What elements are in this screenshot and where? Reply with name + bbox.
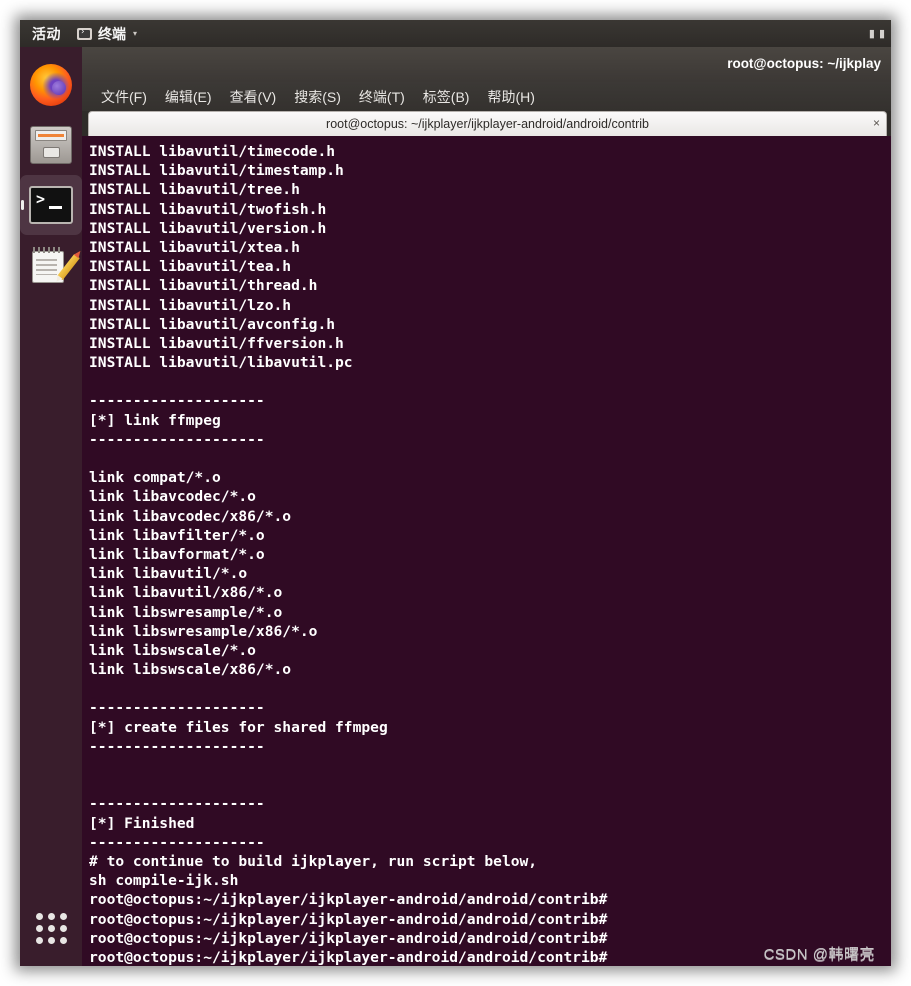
show-applications-button[interactable] (20, 898, 82, 958)
app-menu-button[interactable]: 终端 ▾ (71, 24, 143, 44)
terminal-line: INSTALL libavutil/avconfig.h (89, 315, 336, 333)
terminal-line: [*] link ffmpeg (89, 411, 221, 429)
terminal-tab[interactable]: root@octopus: ~/ijkplayer/ijkplayer-andr… (88, 111, 887, 136)
terminal-line: link libavformat/*.o (89, 545, 265, 563)
activities-button[interactable]: 活动 (20, 24, 71, 44)
terminal-line: -------------------- (89, 392, 265, 410)
terminal-line: INSTALL libavutil/version.h (89, 219, 327, 237)
text-editor-icon (32, 247, 80, 283)
terminal-tab-label: root@octopus: ~/ijkplayer/ijkplayer-andr… (326, 117, 649, 131)
menu-item-tabs[interactable]: 标签(B) (416, 85, 477, 109)
terminal-window: root@octopus: ~/ijkplay 文件(F) 编辑(E) 查看(V… (82, 47, 891, 966)
terminal-line: INSTALL libavutil/tea.h (89, 258, 292, 276)
terminal-line: INSTALL libavutil/twofish.h (89, 200, 327, 218)
terminal-line: # to continue to build ijkplayer, run sc… (89, 852, 538, 870)
terminal-line: INSTALL libavutil/thread.h (89, 277, 318, 295)
menu-item-view[interactable]: 查看(V) (223, 85, 284, 109)
window-title-bar[interactable]: root@octopus: ~/ijkplay (82, 47, 891, 82)
terminal-line: INSTALL libavutil/xtea.h (89, 238, 300, 256)
network-icon[interactable]: ▮ (869, 27, 875, 40)
app-menu-label: 终端 (98, 25, 126, 42)
file-manager-icon (30, 126, 72, 164)
terminal-line: -------------------- (89, 737, 265, 755)
terminal-line: link libswscale/*.o (89, 641, 256, 659)
dock-item-files[interactable] (20, 115, 82, 175)
menu-item-help[interactable]: 帮助(H) (480, 85, 541, 109)
close-icon[interactable]: × (873, 116, 880, 130)
terminal-line: link libswresample/x86/*.o (89, 622, 318, 640)
gnome-top-bar: 活动 终端 ▾ ▮ ▮ (20, 20, 891, 47)
menu-item-terminal[interactable]: 终端(T) (352, 85, 412, 109)
terminal-line: INSTALL libavutil/ffversion.h (89, 334, 344, 352)
dock-item-firefox[interactable] (20, 55, 82, 115)
terminal-line: link libavfilter/*.o (89, 526, 265, 544)
terminal-line: link libavcodec/x86/*.o (89, 507, 292, 525)
terminal-line: INSTALL libavutil/timecode.h (89, 143, 336, 160)
terminal-line: -------------------- (89, 833, 265, 851)
launcher-dock (20, 47, 82, 966)
terminal-icon (29, 186, 73, 224)
csdn-watermark: CSDN @韩曙亮 (763, 946, 875, 963)
tab-bar: root@octopus: ~/ijkplayer/ijkplayer-andr… (82, 111, 891, 136)
menu-item-file[interactable]: 文件(F) (94, 85, 154, 109)
terminal-line: link libavutil/x86/*.o (89, 584, 283, 602)
volume-icon[interactable]: ▮ (879, 27, 885, 40)
dock-item-text-editor[interactable] (20, 235, 82, 295)
terminal-line: INSTALL libavutil/tree.h (89, 181, 300, 199)
terminal-line: link libswresample/*.o (89, 603, 283, 621)
dock-item-terminal[interactable] (20, 175, 82, 235)
terminal-line: -------------------- (89, 430, 265, 448)
desktop: 活动 终端 ▾ ▮ ▮ (20, 20, 891, 966)
terminal-line: link libavcodec/*.o (89, 488, 256, 506)
chevron-down-icon: ▾ (133, 29, 138, 38)
terminal-line: link compat/*.o (89, 469, 221, 487)
terminal-line: INSTALL libavutil/libavutil.pc (89, 354, 353, 372)
system-tray[interactable]: ▮ ▮ (869, 27, 891, 40)
terminal-line: link libswscale/x86/*.o (89, 661, 292, 679)
terminal-line: -------------------- (89, 699, 265, 717)
terminal-line: INSTALL libavutil/timestamp.h (89, 162, 344, 180)
terminal-line: root@octopus:~/ijkplayer/ijkplayer-andro… (89, 910, 608, 928)
terminal-line: INSTALL libavutil/lzo.h (89, 296, 292, 314)
terminal-line: link libavutil/*.o (89, 565, 248, 583)
terminal-icon (77, 26, 92, 40)
window-title: root@octopus: ~/ijkplay (727, 56, 881, 71)
terminal-output[interactable]: INSTALL libavutil/timecode.h INSTALL liba… (82, 136, 891, 966)
terminal-line: root@octopus:~/ijkplayer/ijkplayer-andro… (89, 891, 608, 909)
menu-item-edit[interactable]: 编辑(E) (158, 85, 219, 109)
terminal-line: -------------------- (89, 795, 265, 813)
terminal-line: [*] create files for shared ffmpeg (89, 718, 388, 736)
firefox-icon (30, 64, 72, 106)
terminal-line: [*] Finished (89, 814, 195, 832)
menu-bar: 文件(F) 编辑(E) 查看(V) 搜索(S) 终端(T) 标签(B) 帮助(H… (82, 82, 891, 111)
menu-item-search[interactable]: 搜索(S) (287, 85, 348, 109)
grid-dots-icon (35, 912, 67, 944)
terminal-line: sh compile-ijk.sh (89, 872, 239, 890)
